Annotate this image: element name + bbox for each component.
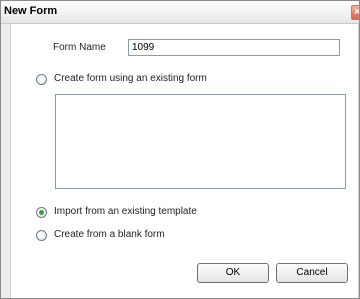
existing-forms-list[interactable]	[55, 94, 346, 189]
dialog-title: New Form	[4, 5, 58, 17]
close-glyph: ×	[354, 6, 360, 18]
radio-selected-dot	[39, 210, 44, 215]
template-radio[interactable]	[36, 207, 47, 218]
form-name-input[interactable]	[128, 39, 340, 56]
title-bar[interactable]: New Form ×	[1, 1, 360, 24]
template-label[interactable]: Import from an existing template	[54, 206, 197, 217]
form-name-label: Form Name	[53, 42, 106, 53]
existing-form-radio[interactable]	[36, 74, 47, 85]
existing-form-label[interactable]: Create form using an existing form	[54, 73, 207, 84]
blank-form-label[interactable]: Create from a blank form	[54, 229, 165, 240]
cancel-button[interactable]: Cancel	[276, 263, 348, 283]
blank-form-radio[interactable]	[36, 230, 47, 241]
ok-button[interactable]: OK	[197, 263, 269, 283]
new-form-dialog: New Form × Form Name Create form using a…	[0, 0, 360, 299]
close-icon[interactable]: ×	[351, 5, 360, 20]
